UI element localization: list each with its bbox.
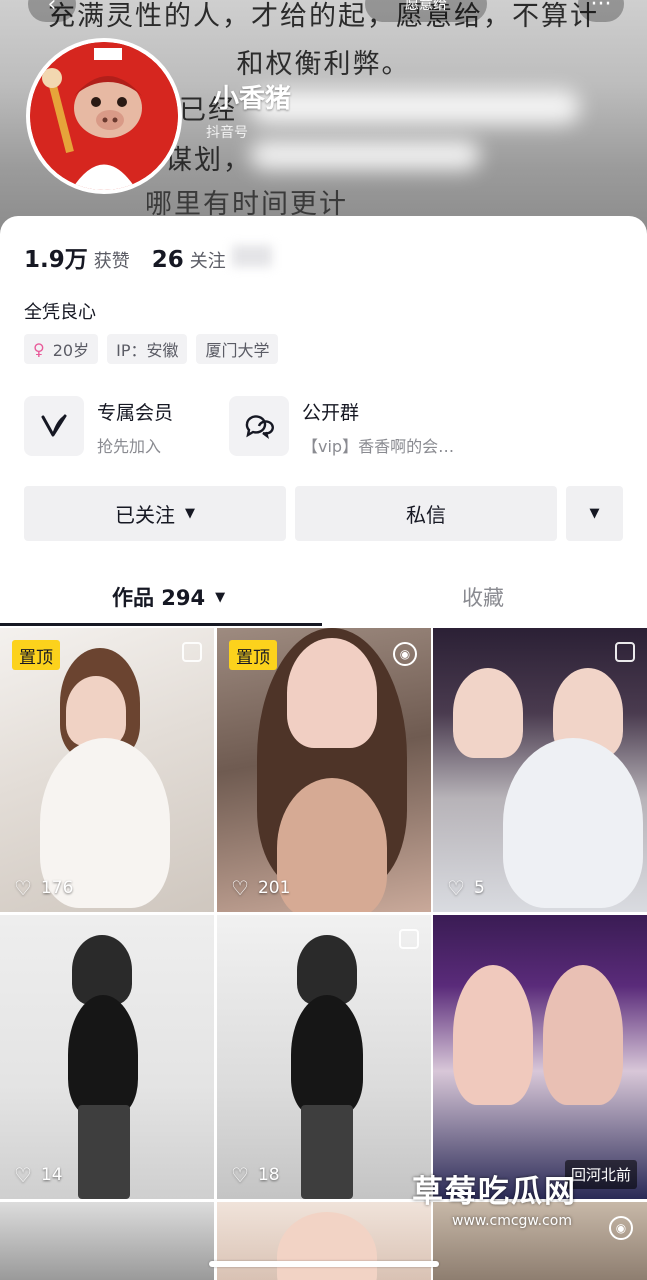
more-options-button[interactable]: ▼ [566, 486, 623, 541]
video-likes: ♡ 14 [14, 1163, 63, 1187]
thumbnail-image [277, 778, 387, 912]
heart-icon: ♡ [231, 1163, 249, 1187]
caret-down-icon: ▼ [185, 506, 195, 521]
thumbnail-image [277, 1212, 377, 1280]
likes-count: 201 [257, 878, 291, 898]
thumbnail-image [78, 1105, 130, 1199]
video-likes: ♡ 176 [14, 876, 73, 900]
heart-icon: ♡ [14, 876, 32, 900]
caret-down-icon: ▼ [589, 506, 600, 521]
chat-bubbles-icon [229, 396, 289, 456]
group-feature[interactable]: 公开群 【vip】香香啊的会… [229, 396, 454, 457]
feature-row: 专属会员 抢先加入 公开群 【vip】香香啊的会… [24, 396, 624, 456]
likes-count: 18 [257, 1165, 280, 1185]
video-thumbnail[interactable]: 置顶 ♡ 176 [0, 628, 214, 912]
pinned-badge: 置顶 [12, 640, 60, 670]
pig-mascot-icon [30, 42, 178, 190]
video-thumbnail[interactable]: 回河北前 [433, 915, 647, 1199]
video-thumbnail[interactable] [217, 1202, 431, 1280]
caret-down-icon: ▼ [215, 589, 226, 605]
multi-image-icon [399, 929, 419, 949]
thumbnail-image [453, 668, 523, 758]
chevron-left-icon: ‹ [47, 0, 57, 17]
age-tag: ♀ 20岁 [24, 334, 99, 364]
tab-favorites-label: 收藏 [462, 586, 504, 610]
nickname: 小香猪 [213, 84, 292, 114]
member-title: 专属会员 [97, 402, 174, 424]
avatar[interactable] [26, 38, 182, 194]
group-subtitle: 【vip】香香啊的会… [302, 437, 455, 456]
search-button[interactable]: 愿意给 [365, 0, 487, 22]
live-icon: ◉ [393, 642, 417, 666]
thumbnail-image [503, 738, 643, 908]
account-id-label: 抖音号 [206, 125, 248, 141]
school-label: 厦门大学 [205, 341, 270, 360]
video-thumbnail[interactable]: ♡ 18 [217, 915, 431, 1199]
active-tab-indicator [0, 623, 322, 626]
content-tabs: 作品 294 ▼ 收藏 [0, 572, 647, 628]
thumbnail-image [68, 995, 138, 1115]
v-logo-icon [24, 396, 84, 456]
redaction-blur [250, 90, 580, 124]
thumbnail-image [287, 638, 377, 748]
stats-row: 1.9万 获赞 26 关注 [24, 240, 272, 274]
banner-line-1: 充满灵性的人，才给的起，愿意给，不算计 [48, 1, 599, 32]
message-button[interactable]: 私信 [295, 486, 557, 541]
member-subtitle: 抢先加入 [97, 437, 162, 456]
follow-button[interactable]: 已关注 ▼ [24, 486, 286, 541]
action-buttons: 已关注 ▼ 私信 ▼ [24, 486, 623, 541]
likes-count: 5 [473, 878, 485, 898]
heart-icon: ♡ [447, 876, 465, 900]
thumbnail-image [301, 1105, 353, 1199]
female-icon: ♀ [33, 339, 45, 359]
age-label: 20岁 [52, 341, 90, 360]
video-likes: ♡ 18 [231, 1163, 280, 1187]
profile-banner: 充满灵性的人，才给的起，愿意给，不算计 和权衡利弊。 情已经 谋划， 哪里有时间… [0, 0, 647, 240]
message-label: 私信 [406, 503, 446, 527]
multi-image-icon [615, 642, 635, 662]
follow-label: 已关注 [115, 503, 175, 527]
likes-count: 1.9万 [24, 247, 88, 273]
ip-tag: IP：安徽 [107, 334, 188, 364]
video-thumbnail[interactable]: 置顶 ◉ ♡ 201 [217, 628, 431, 912]
watermark-url: www.cmcgw.com [452, 1213, 572, 1229]
video-thumbnail[interactable] [0, 1202, 214, 1280]
pinned-badge: 置顶 [229, 640, 277, 670]
member-feature[interactable]: 专属会员 抢先加入 [24, 396, 173, 457]
school-tag[interactable]: 厦门大学 [196, 334, 279, 364]
likes-count: 176 [40, 878, 74, 898]
video-likes: ♡ 5 [447, 876, 485, 900]
following-label[interactable]: 关注 [190, 247, 226, 273]
heart-icon: ♡ [231, 876, 249, 900]
more-icon: ··· [590, 0, 612, 17]
thumbnail-image [66, 676, 126, 746]
thumbnail-image [291, 995, 363, 1115]
likes-label: 获赞 [93, 251, 130, 272]
ip-label: IP：安徽 [116, 341, 179, 360]
following-count[interactable]: 26 [152, 247, 184, 273]
thumbnail-image [543, 965, 623, 1105]
search-label: 愿意给 [405, 0, 447, 13]
video-likes: ♡ 201 [231, 876, 290, 900]
multi-image-icon [182, 642, 202, 662]
bio-text: 全凭良心 [24, 302, 96, 323]
thumbnail-image [453, 965, 533, 1105]
profile-tags: ♀ 20岁 IP：安徽 厦门大学 [24, 334, 279, 364]
tab-favorites[interactable]: 收藏 [462, 582, 504, 612]
tab-works[interactable]: 作品 294 ▼ [112, 582, 225, 612]
redaction-blur [231, 245, 272, 267]
group-title: 公开群 [302, 402, 360, 424]
heart-icon: ♡ [14, 1163, 32, 1187]
redaction-blur [250, 140, 480, 170]
video-thumbnail[interactable]: ♡ 14 [0, 915, 214, 1199]
watermark-title: 草莓吃瓜网 [412, 1174, 577, 1210]
likes-count: 14 [40, 1165, 63, 1185]
live-icon: ◉ [609, 1216, 633, 1240]
home-indicator[interactable] [209, 1261, 439, 1267]
video-thumbnail[interactable]: ♡ 5 [433, 628, 647, 912]
tab-works-label: 作品 294 [112, 586, 206, 610]
